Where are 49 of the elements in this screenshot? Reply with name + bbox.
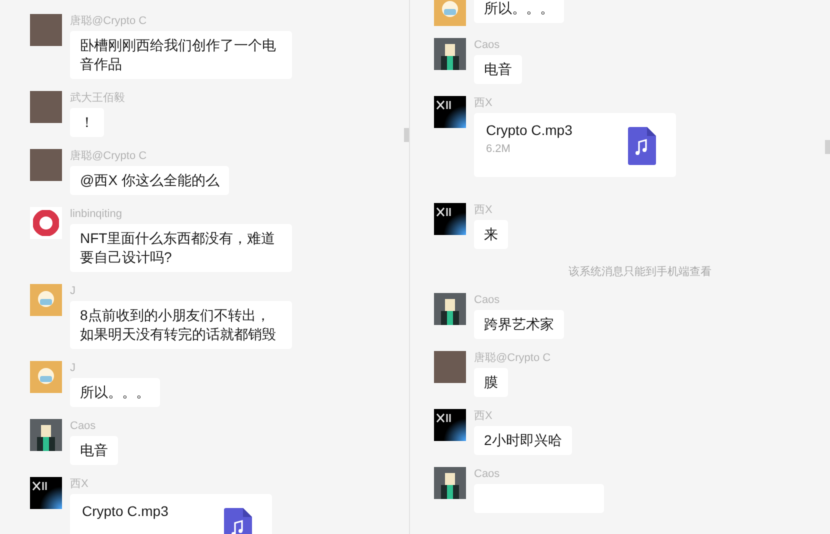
message-bubble: 所以。。。 <box>70 378 160 407</box>
pixel-figure-avatar-icon <box>434 467 466 499</box>
message-bubble: ！ <box>70 108 104 137</box>
sender-name: Caos <box>474 293 500 307</box>
donut-avatar-icon <box>30 207 62 239</box>
pixel-figure-avatar-icon <box>434 293 466 325</box>
message-bubble: @西X 你这么全能的么 <box>70 166 230 195</box>
message-bubble: 所以。。。 <box>474 0 564 23</box>
music-file-icon <box>628 127 656 165</box>
sender-name: 西X <box>474 409 492 423</box>
sender-name: J <box>70 361 76 375</box>
message-bubble: NFT里面什么东西都没有，难道要自己设计吗? <box>70 224 292 272</box>
message-bubble: 电音 <box>474 55 522 84</box>
scrollbar-thumb[interactable] <box>825 140 830 154</box>
message-bubble: 电音 <box>70 436 118 465</box>
sender-name: Caos <box>474 38 500 52</box>
message-bubble: 跨界艺术家 <box>474 310 564 339</box>
sender-name: 西X <box>474 96 492 110</box>
sender-name: 唐聪@Crypto C <box>474 351 551 365</box>
avatar-photo-placeholder <box>30 91 62 123</box>
sender-name: Caos <box>70 419 96 433</box>
sender-name: Caos <box>474 467 500 481</box>
pixel-figure-avatar-icon <box>434 38 466 70</box>
sender-name: 唐聪@Crypto C <box>70 14 147 28</box>
sender-name: 武大王佰毅 <box>70 91 125 105</box>
avatar-photo-placeholder <box>30 149 62 181</box>
cartoon-avatar-icon <box>30 284 62 316</box>
message-bubble: 来 <box>474 220 508 249</box>
file-name: Crypto C.mp3 <box>82 502 168 520</box>
sender-name: J <box>70 284 76 298</box>
cartoon-avatar-icon <box>30 361 62 393</box>
sender-name: 西X <box>474 203 492 217</box>
sender-name: linbinqiting <box>70 207 122 221</box>
avatar-photo-placeholder <box>434 351 466 383</box>
file-card[interactable]: Crypto C.mp3 <box>70 494 272 534</box>
system-notice: 该系统消息只能到手机端查看 <box>568 265 712 279</box>
scrollbar-thumb[interactable] <box>404 128 409 142</box>
message-bubble: 2小时即兴哈 <box>474 426 572 455</box>
pixel-figure-avatar-icon <box>30 419 62 451</box>
message-bubble: 卧槽刚刚西给我们创作了一个电音作品 <box>70 31 292 79</box>
file-size: 6.2M <box>486 142 512 156</box>
message-bubble: 8点前收到的小朋友们不转出，如果明天没有转完的话就都销毁 <box>70 301 292 349</box>
cartoon-avatar-icon <box>434 0 466 26</box>
sender-name: 西X <box>70 477 88 491</box>
message-bubble: 膜 <box>474 368 508 397</box>
avatar-photo-placeholder <box>30 14 62 46</box>
file-card[interactable]: Crypto C.mp3 6.2M <box>474 113 676 177</box>
sender-name: 唐聪@Crypto C <box>70 149 147 163</box>
file-name: Crypto C.mp3 <box>486 121 572 139</box>
